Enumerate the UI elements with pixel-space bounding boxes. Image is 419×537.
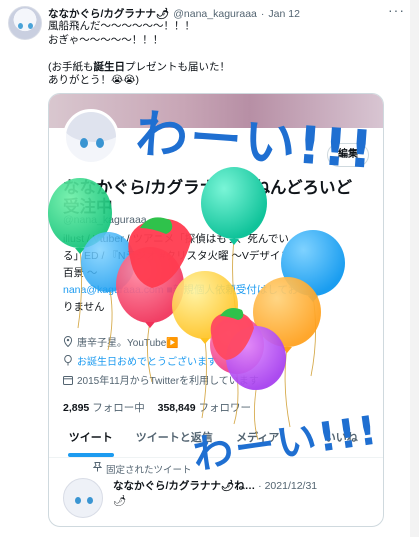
bio-line: る」ED / 『Nラジオ #クリスタ火曜 〜Vデザイン [63,250,291,262]
pinned-avatar [63,478,103,518]
avatar-eye [75,497,81,504]
followers-count: 358,849 [157,402,196,414]
avatar-hair [66,112,116,142]
followers-label: フォロワー [198,402,252,414]
tweet-line: 風船飛んだ〜〜〜〜〜〜！！！ [48,20,195,32]
tweet-text: 風船飛んだ〜〜〜〜〜〜！！！ おぎゃ〜〜〜〜〜！！！ (お手紙も誕生日プレゼント… [48,20,230,88]
tweet: ななかぐら/カグラナナ🌶 @nana_kaguraaa · Jan 12 ···… [0,0,419,537]
profile-avatar [63,109,119,165]
avatar-eye [18,23,23,29]
pinned-tweet-text: 🌶 [113,495,127,507]
author-handle[interactable]: @nana_kaguraaa [173,8,257,20]
tab-tweets: ツイート [49,418,133,457]
profile-birthday: お誕生日おめでとうございます [63,353,217,368]
scrollbar[interactable] [410,0,419,537]
edit-profile-button: 編集 [327,143,369,167]
profile-stats: 2,895 フォロー中 358,849 フォロワー [63,400,261,415]
more-options-icon[interactable]: ··· [388,2,405,18]
calendar-icon [63,375,73,385]
tweet-line: (お手紙も誕生日プレゼントも届いた！ [48,61,230,75]
profile-tabs: ツイート ツイートと返信 メディア いいね [49,418,383,458]
bio-line: illust / Vtuber / ツアニメ「探偵はもう、死んでい [63,233,289,245]
tweet-line: ありがとう！😭😭) [48,74,140,86]
tweet-header: ななかぐら/カグラナナ🌶 @nana_kaguraaa · Jan 12 [48,6,300,21]
bio-line: 百景 〜 [63,267,98,279]
birthday-text: お誕生日おめでとうございます [77,357,217,368]
tab-likes: いいね [324,432,358,444]
profile-joined: 2015年11月からTwitterを利用しています [63,372,259,387]
avatar-eye [80,138,88,148]
tab-media: メディア [236,432,280,444]
pinned-label: 固定されたツイート [93,462,192,476]
text-suffix: プレゼントも届いた！ [125,60,230,73]
balloon-icon [64,355,72,366]
profile-handle: @nana_kaguraaa [63,214,147,226]
pinned-date: · 2021/12/31 [258,480,318,492]
avatar-eye [96,138,104,148]
following-label: フォロー中 [92,402,145,414]
tweet-line: おぎゃ〜〜〜〜〜！！！ [48,33,164,46]
text-prefix: (お手紙も [48,60,94,73]
pin-icon [93,462,102,472]
profile-bio: illust / Vtuber / ツアニメ「探偵はもう、死んでい る」ED /… [63,231,373,316]
pinned-text: 固定されたツイート [106,465,192,476]
joined-text: 2015年11月からTwitterを利用しています [77,376,259,387]
location-text: 唐辛子星。YouTube▶️ [77,338,179,349]
following-count: 2,895 [63,402,90,414]
pinned-author: ななかぐら/カグラナナ🌶ね… [113,480,256,492]
tweet-line-blank [48,47,230,61]
author-name[interactable]: ななかぐら/カグラナナ🌶 [48,6,169,21]
avatar-eye [87,497,93,504]
profile-location: 唐辛子星。YouTube▶️ [63,334,179,349]
bio-line: nana@kaguraaa.com ■新規個人依頼受付はしてお [63,284,299,296]
tweet-image[interactable]: 編集 ななかぐら/カグラナナ🌶ねんどろいど 受注中 @nana_kaguraaa… [48,93,384,527]
author-avatar[interactable] [8,6,42,40]
tweet-date[interactable]: Jan 12 [268,8,300,20]
bio-line: りません [63,301,105,313]
text-bold: 誕生日 [93,60,126,73]
tab-tweets-replies: ツイートと返信 [135,432,213,444]
location-pin-icon [63,336,73,347]
avatar-eye [28,23,33,29]
pinned-tweet-header: ななかぐら/カグラナナ🌶ね… · 2021/12/31 [113,478,317,493]
separator: · [260,7,265,20]
